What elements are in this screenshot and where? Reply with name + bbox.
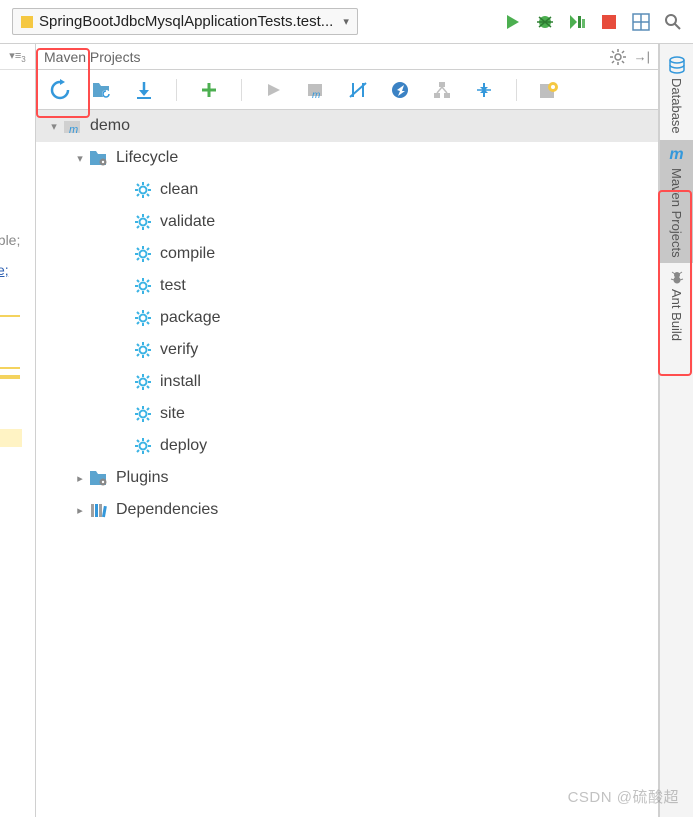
- expand-arrow-icon[interactable]: ▾: [46, 120, 62, 133]
- lifecycle-goal-test[interactable]: test: [36, 270, 658, 302]
- lifecycle-goal-label: package: [160, 309, 221, 327]
- tree-root-label: demo: [90, 117, 130, 135]
- rail-database[interactable]: Database: [660, 50, 693, 140]
- run-config-label: SpringBootJdbcMysqlApplicationTests.test…: [39, 13, 333, 30]
- maven-icon: m: [669, 146, 683, 164]
- gear-icon: [132, 437, 154, 455]
- collapse-arrow-icon[interactable]: ▸: [72, 504, 88, 517]
- lifecycle-goal-label: compile: [160, 245, 215, 263]
- rail-maven-projects[interactable]: m Maven Projects: [660, 140, 693, 264]
- panel-header: Maven Projects →|: [36, 44, 658, 70]
- generate-sources-button[interactable]: [90, 78, 114, 102]
- execute-goal-button[interactable]: m: [304, 78, 328, 102]
- reimport-button[interactable]: [48, 78, 72, 102]
- gear-icon: [132, 181, 154, 199]
- lifecycle-goal-label: validate: [160, 213, 215, 231]
- maven-settings-button[interactable]: [537, 78, 561, 102]
- gear-icon: [132, 373, 154, 391]
- lifecycle-goal-verify[interactable]: verify: [36, 334, 658, 366]
- run-config-dropdown[interactable]: SpringBootJdbcMysqlApplicationTests.test…: [12, 8, 358, 35]
- tree-plugins[interactable]: ▸ Plugins: [36, 462, 658, 494]
- gear-icon: [132, 341, 154, 359]
- gear-icon: [132, 213, 154, 231]
- gear-icon: [132, 245, 154, 263]
- tree-plugins-label: Plugins: [116, 469, 168, 487]
- right-tool-rail: Database m Maven Projects Ant Build: [659, 44, 693, 817]
- ant-icon: [669, 269, 685, 285]
- lifecycle-goal-validate[interactable]: validate: [36, 206, 658, 238]
- expand-arrow-icon[interactable]: ▾: [72, 152, 88, 165]
- gear-icon: [132, 309, 154, 327]
- maven-tree: ▾ m demo ▾ Lifecycle clean validate compil…: [36, 110, 658, 817]
- layout-button[interactable]: [627, 8, 655, 36]
- svg-text:m: m: [69, 124, 78, 134]
- add-project-button[interactable]: [197, 78, 221, 102]
- maven-toolbar: m: [36, 70, 658, 110]
- lifecycle-goal-deploy[interactable]: deploy: [36, 430, 658, 462]
- lifecycle-goal-label: clean: [160, 181, 198, 199]
- code-fragment: ; able; ce;: [0, 189, 22, 447]
- download-sources-button[interactable]: [132, 78, 156, 102]
- lifecycle-goal-clean[interactable]: clean: [36, 174, 658, 206]
- library-icon: [88, 501, 110, 519]
- lifecycle-goal-compile[interactable]: compile: [36, 238, 658, 270]
- tree-dependencies[interactable]: ▸ Dependencies: [36, 494, 658, 526]
- run-button[interactable]: [499, 8, 527, 36]
- top-toolbar: SpringBootJdbcMysqlApplicationTests.test…: [0, 0, 693, 44]
- rail-database-label: Database: [669, 78, 684, 134]
- lifecycle-goal-label: deploy: [160, 437, 207, 455]
- hide-icon[interactable]: →|: [634, 49, 650, 65]
- collapse-arrow-icon[interactable]: ▸: [72, 472, 88, 485]
- run-config-icon: [21, 16, 33, 28]
- rail-ant-label: Ant Build: [669, 289, 684, 341]
- tree-dependencies-label: Dependencies: [116, 501, 218, 519]
- tree-lifecycle-label: Lifecycle: [116, 149, 178, 167]
- tree-root-demo[interactable]: ▾ m demo: [36, 110, 658, 142]
- lifecycle-goal-label: verify: [160, 341, 198, 359]
- lifecycle-goal-label: install: [160, 373, 201, 391]
- debug-button[interactable]: [531, 8, 559, 36]
- run-maven-button[interactable]: [262, 78, 286, 102]
- search-everywhere-button[interactable]: [659, 8, 687, 36]
- svg-text:m: m: [312, 90, 320, 98]
- folder-gear-icon: [88, 149, 110, 167]
- database-icon: [668, 56, 686, 74]
- gear-icon[interactable]: [610, 49, 626, 65]
- lifecycle-goal-site[interactable]: site: [36, 398, 658, 430]
- folder-gear-icon: [88, 469, 110, 487]
- show-dependencies-button[interactable]: [430, 78, 454, 102]
- panel-title: Maven Projects: [44, 49, 140, 65]
- toggle-skip-tests-button[interactable]: [388, 78, 412, 102]
- maven-module-icon: m: [62, 117, 84, 135]
- gear-icon: [132, 277, 154, 295]
- rail-maven-label: Maven Projects: [669, 168, 684, 258]
- rail-ant-build[interactable]: Ant Build: [660, 263, 693, 347]
- gear-icon: [132, 405, 154, 423]
- tree-lifecycle[interactable]: ▾ Lifecycle: [36, 142, 658, 174]
- toggle-offline-button[interactable]: [346, 78, 370, 102]
- lifecycle-goal-label: test: [160, 277, 186, 295]
- lifecycle-goal-install[interactable]: install: [36, 366, 658, 398]
- editor-gutter: ▾≡3 ; able; ce;: [0, 44, 36, 817]
- chevron-down-icon: ▾: [343, 15, 349, 28]
- lifecycle-goal-label: site: [160, 405, 185, 423]
- run-coverage-button[interactable]: [563, 8, 591, 36]
- lifecycle-goal-package[interactable]: package: [36, 302, 658, 334]
- stop-button[interactable]: [595, 8, 623, 36]
- watermark: CSDN @硫酸超: [568, 786, 679, 807]
- collapse-all-button[interactable]: [472, 78, 496, 102]
- gutter-tab[interactable]: ▾≡3: [0, 44, 35, 70]
